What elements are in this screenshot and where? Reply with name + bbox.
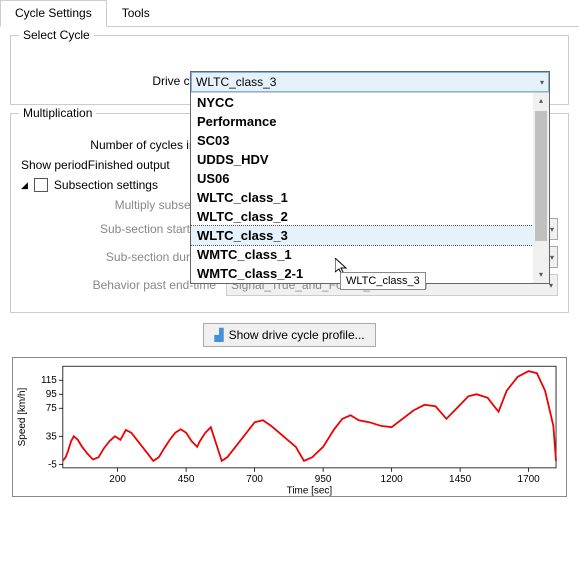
svg-text:1450: 1450 xyxy=(449,474,472,485)
subsection-heading: Subsection settings xyxy=(54,178,158,192)
dropdown-item[interactable]: WLTC_class_2 xyxy=(191,207,533,226)
svg-text:Time [sec]: Time [sec] xyxy=(287,486,333,496)
dropdown-item[interactable]: US06 xyxy=(191,169,533,188)
svg-text:200: 200 xyxy=(109,474,126,485)
select-cycle-title: Select Cycle xyxy=(19,28,94,42)
chart-icon: ▟ xyxy=(214,328,223,342)
tab-tools[interactable]: Tools xyxy=(107,0,165,26)
dropdown-selected[interactable]: WLTC_class_3 ▾ xyxy=(191,72,549,92)
tab-cycle-settings[interactable]: Cycle Settings xyxy=(0,0,107,27)
dropdown-scrollbar[interactable]: ▴ ▾ xyxy=(533,93,549,283)
svg-text:95: 95 xyxy=(46,389,58,400)
chevron-down-icon: ▾ xyxy=(540,78,544,87)
chevron-down-icon: ▾ xyxy=(550,253,554,262)
svg-text:-5: -5 xyxy=(48,459,57,470)
show-profile-button[interactable]: ▟ Show drive cycle profile... xyxy=(203,323,375,347)
multiplication-title: Multiplication xyxy=(19,106,96,120)
drive-cycle-chart: 200 450 700 950 1200 1450 1700 -5 35 75 95 115 Time … xyxy=(12,357,567,497)
svg-text:950: 950 xyxy=(315,474,332,485)
scroll-up-icon[interactable]: ▴ xyxy=(533,93,549,109)
svg-text:75: 75 xyxy=(46,403,58,414)
svg-text:1700: 1700 xyxy=(518,474,541,485)
svg-text:Speed [km/h]: Speed [km/h] xyxy=(17,387,28,446)
svg-text:115: 115 xyxy=(41,375,57,386)
scroll-thumb[interactable] xyxy=(535,111,547,241)
scroll-down-icon[interactable]: ▾ xyxy=(533,267,549,283)
dropdown-item[interactable]: WMTC_class_1 xyxy=(191,245,533,264)
svg-text:450: 450 xyxy=(178,474,195,485)
svg-text:700: 700 xyxy=(246,474,263,485)
dropdown-item[interactable]: NYCC xyxy=(191,93,533,112)
dropdown-item[interactable]: WLTC_class_3 xyxy=(191,226,533,245)
show-profile-label: Show drive cycle profile... xyxy=(229,328,365,342)
dropdown-selected-text: WLTC_class_3 xyxy=(196,75,276,89)
svg-text:1200: 1200 xyxy=(381,474,404,485)
svg-text:35: 35 xyxy=(46,431,58,442)
subsection-checkbox[interactable] xyxy=(34,178,48,192)
subsection-expand-icon[interactable]: ◢ xyxy=(21,180,28,191)
dropdown-item[interactable]: Performance xyxy=(191,112,533,131)
dropdown-tooltip: WLTC_class_3 xyxy=(340,272,426,290)
dropdown-item[interactable]: SC03 xyxy=(191,131,533,150)
drive-cycle-dropdown[interactable]: WLTC_class_3 ▾ ▴ ▾ NYCCPerformanceSC03UD… xyxy=(190,71,550,284)
chevron-down-icon: ▾ xyxy=(550,225,554,234)
dropdown-item[interactable]: WLTC_class_1 xyxy=(191,188,533,207)
dropdown-item[interactable]: UDDS_HDV xyxy=(191,150,533,169)
